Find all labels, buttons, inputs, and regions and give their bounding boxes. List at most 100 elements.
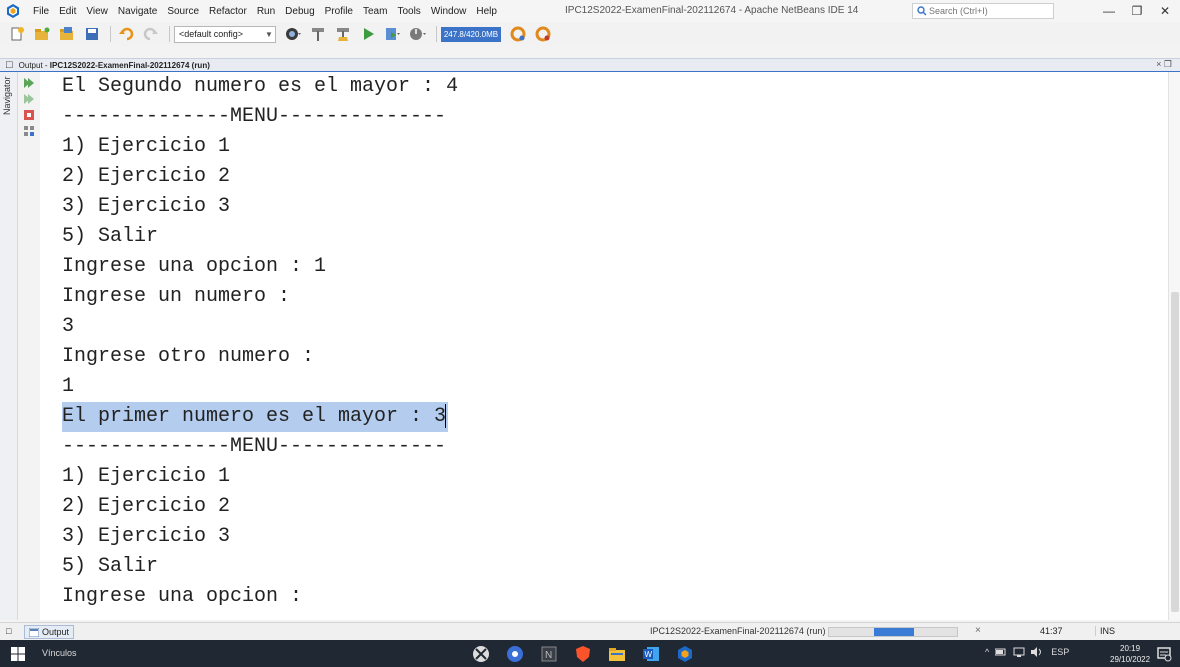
scrollbar-thumb[interactable] bbox=[1171, 292, 1179, 612]
profile-snapshot-button[interactable] bbox=[532, 24, 554, 44]
menu-navigate[interactable]: Navigate bbox=[113, 6, 162, 17]
profiler-icon bbox=[410, 28, 426, 40]
snapshot-icon bbox=[535, 26, 551, 42]
console-line: 2) Ejercicio 2 bbox=[62, 165, 231, 188]
open-project-button[interactable] bbox=[56, 24, 78, 44]
cancel-task-button[interactable]: × bbox=[975, 625, 981, 636]
volume-icon[interactable] bbox=[1031, 647, 1045, 657]
console-scrollbar[interactable] bbox=[1168, 72, 1180, 620]
panel-controls[interactable]: × ❐ bbox=[1156, 59, 1172, 70]
word-icon: W bbox=[643, 647, 659, 661]
menu-bar: File Edit View Navigate Source Refactor … bbox=[0, 0, 1180, 22]
network-icon[interactable] bbox=[1013, 647, 1025, 657]
menu-debug[interactable]: Debug bbox=[280, 6, 319, 17]
xbox-icon bbox=[473, 646, 489, 662]
language-indicator[interactable]: ESP bbox=[1051, 647, 1069, 657]
output-window-tab[interactable]: Output bbox=[24, 625, 75, 639]
maximize-button[interactable]: ❐ bbox=[1124, 2, 1150, 20]
memory-usage-bar[interactable]: 247.8/420.0MB bbox=[441, 26, 501, 42]
console-line: Ingrese una opcion : 1 bbox=[62, 255, 327, 278]
config-select[interactable]: <default config> ▼ bbox=[174, 25, 276, 43]
console-line: 1 bbox=[62, 375, 75, 398]
folder-icon bbox=[609, 648, 625, 661]
menu-source[interactable]: Source bbox=[162, 6, 204, 17]
run-button[interactable] bbox=[357, 24, 379, 44]
output-tab-prefix: Output - bbox=[18, 60, 50, 70]
console-line: 1) Ejercicio 1 bbox=[62, 465, 231, 488]
open-folder-icon bbox=[60, 27, 73, 40]
progress-fill bbox=[874, 628, 914, 636]
menu-refactor[interactable]: Refactor bbox=[204, 6, 252, 17]
music-icon bbox=[507, 646, 523, 662]
output-panel-header: □ Output - IPC12S2022-ExamenFinal-202112… bbox=[0, 58, 1180, 72]
taskbar-app-netbeans[interactable] bbox=[674, 643, 696, 665]
links-toolbar[interactable]: Vínculos bbox=[42, 648, 77, 658]
window-minimize-icon[interactable]: □ bbox=[6, 626, 11, 636]
system-tray: ^ ESP bbox=[985, 647, 1069, 657]
menu-file[interactable]: File bbox=[28, 6, 54, 17]
menu-tools[interactable]: Tools bbox=[392, 6, 425, 17]
settings-button[interactable] bbox=[22, 124, 36, 138]
windows-start-icon[interactable] bbox=[10, 646, 26, 662]
save-all-button[interactable] bbox=[81, 24, 103, 44]
save-icon bbox=[86, 28, 98, 40]
panel-minimize-icon[interactable]: □ bbox=[6, 59, 13, 71]
console-line-selected: El primer numero es el mayor : 3 bbox=[62, 402, 449, 432]
config-select-value: <default config> bbox=[179, 29, 244, 39]
debug-button[interactable] bbox=[382, 24, 404, 44]
output-side-toolbar bbox=[22, 76, 38, 138]
navigator-label[interactable]: Navigator bbox=[2, 76, 16, 146]
taskbar-app-word[interactable]: W bbox=[640, 643, 662, 665]
menu-window[interactable]: Window bbox=[426, 6, 472, 17]
debug-icon bbox=[386, 28, 400, 40]
rerun-custom-icon bbox=[24, 94, 34, 104]
menu-run[interactable]: Run bbox=[252, 6, 280, 17]
task-progress-bar bbox=[828, 627, 958, 637]
taskbar-app-notion[interactable]: N bbox=[538, 643, 560, 665]
clock-time: 20:19 bbox=[1120, 644, 1141, 653]
battery-icon[interactable] bbox=[995, 647, 1007, 657]
clean-build-button[interactable] bbox=[332, 24, 354, 44]
stop-button[interactable] bbox=[22, 108, 36, 122]
play-icon bbox=[364, 28, 374, 40]
rerun-customized-button[interactable] bbox=[22, 92, 36, 106]
undo-button[interactable] bbox=[115, 24, 137, 44]
netbeans-taskbar-icon bbox=[678, 646, 692, 662]
output-tab-title[interactable]: Output - IPC12S2022-ExamenFinal-20211267… bbox=[19, 61, 210, 70]
gc-button[interactable] bbox=[507, 24, 529, 44]
profile-button[interactable] bbox=[407, 24, 429, 44]
windows-taskbar: Vínculos N W ^ ESP 20:19 29/10/2022 bbox=[0, 640, 1180, 667]
minimize-button[interactable]: — bbox=[1096, 2, 1122, 20]
console-line: 2) Ejercicio 2 bbox=[62, 495, 231, 518]
redo-button[interactable] bbox=[140, 24, 162, 44]
navigator-sidebar[interactable]: Navigator bbox=[0, 72, 18, 620]
output-tab-label: Output bbox=[42, 627, 70, 637]
notification-icon[interactable] bbox=[1156, 646, 1172, 662]
search-box[interactable] bbox=[912, 3, 1054, 19]
menu-view[interactable]: View bbox=[81, 6, 113, 17]
menu-edit[interactable]: Edit bbox=[54, 6, 81, 17]
target-button[interactable] bbox=[282, 24, 304, 44]
build-button[interactable] bbox=[307, 24, 329, 44]
menu-profile[interactable]: Profile bbox=[320, 6, 358, 17]
taskbar-app-brave[interactable] bbox=[572, 643, 594, 665]
taskbar-clock[interactable]: 20:19 29/10/2022 bbox=[1110, 643, 1150, 665]
taskbar-apps: N W bbox=[470, 643, 696, 665]
toolbar: <default config> ▼ 247.8/420.0MB bbox=[0, 22, 1180, 46]
search-input[interactable] bbox=[929, 6, 1039, 16]
close-button[interactable]: ✕ bbox=[1152, 2, 1178, 20]
rerun-button[interactable] bbox=[22, 76, 36, 90]
new-file-button[interactable] bbox=[6, 24, 28, 44]
taskbar-app-xbox[interactable] bbox=[470, 643, 492, 665]
taskbar-app-explorer[interactable] bbox=[606, 643, 628, 665]
new-project-button[interactable] bbox=[31, 24, 53, 44]
chevron-up-icon[interactable]: ^ bbox=[985, 647, 989, 657]
toolbar-separator bbox=[110, 26, 111, 42]
console-output[interactable]: El Segundo numero es el mayor : 4 ------… bbox=[40, 72, 1168, 620]
taskbar-app-music[interactable] bbox=[504, 643, 526, 665]
console-line: --------------MENU-------------- bbox=[62, 435, 447, 458]
console-line: 5) Salir bbox=[62, 555, 159, 578]
menu-help[interactable]: Help bbox=[471, 6, 502, 17]
console-line: 3) Ejercicio 3 bbox=[62, 195, 231, 218]
menu-team[interactable]: Team bbox=[358, 6, 392, 17]
